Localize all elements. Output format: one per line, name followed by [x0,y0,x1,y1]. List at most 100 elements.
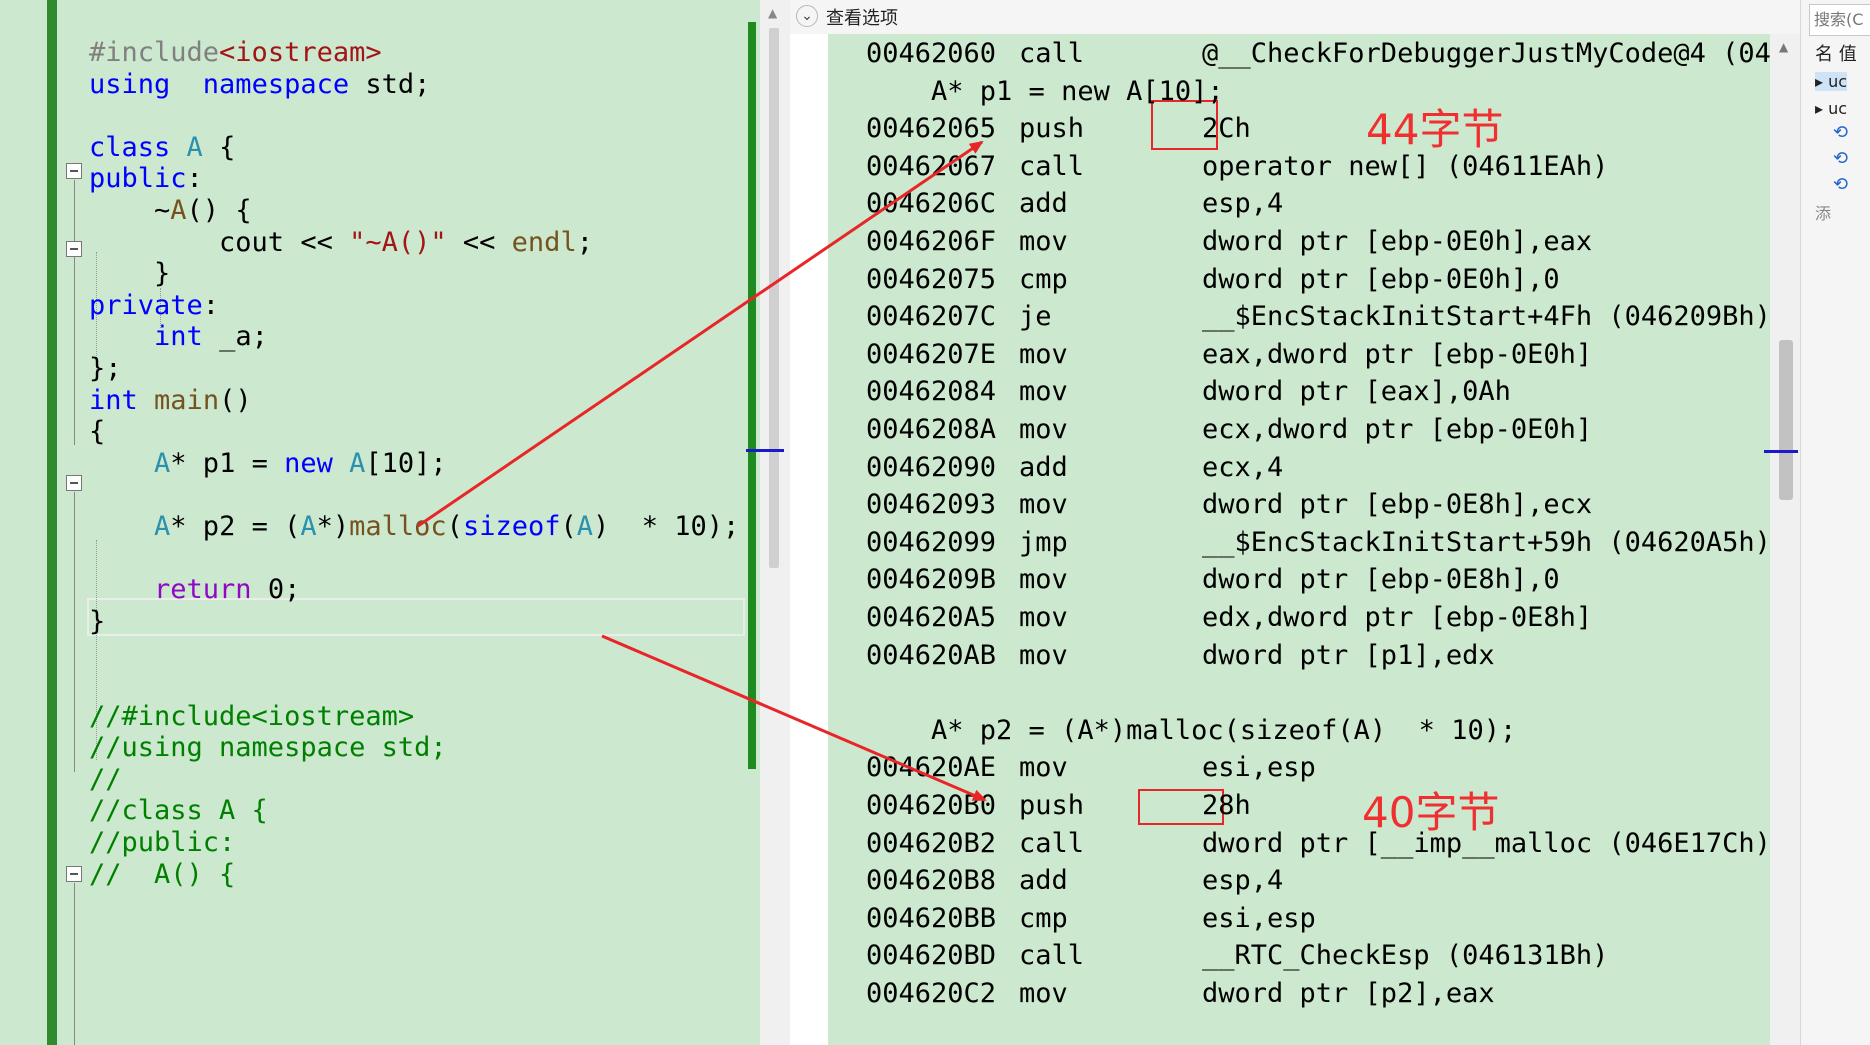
asm-operands: eax,dword ptr [ebp-0E0h] [1202,338,1593,370]
watch-item-label: uc [1828,99,1848,118]
asm-address: 0046209B [866,564,997,596]
code-line[interactable]: A* p1 = new A[10]; [89,445,447,483]
scrollbar-thumb[interactable] [769,28,779,568]
asm-operands: dword ptr [p1],edx [1202,639,1495,671]
code-token: A [349,447,366,479]
asm-operands: ecx,dword ptr [ebp-0E0h] [1202,414,1593,445]
disassembly-scrollbar[interactable]: ▲ [1764,34,1800,1045]
code-token: ) * 10); [593,511,740,542]
asm-mnemonic: mov [1019,564,1068,596]
code-token: std; [349,68,431,100]
asm-operands: esi,esp [1202,902,1316,934]
code-token: } [89,258,171,290]
code-token: _a; [202,321,268,353]
asm-mnemonic: call [1019,940,1085,972]
code-token: A [154,511,171,542]
asm-mnemonic: mov [1019,489,1068,521]
editor-vertical-scrollbar[interactable]: ▲ [746,0,790,1045]
add-watch-item[interactable]: 添 [1815,200,1831,224]
scroll-up-icon[interactable]: ▲ [1779,40,1788,54]
code-token: <iostream> [219,37,382,68]
collapse-destructor-icon[interactable] [66,241,82,257]
asm-mnemonic: mov [1019,978,1068,1009]
code-token: return [154,574,252,606]
watch-panel[interactable]: 搜索(C 名 值 ▸ uc ▸ uc ⟲ ⟲ ⟲ 添 [1800,0,1870,1045]
code-token: malloc [349,511,447,542]
asm-mnemonic: je [1019,301,1052,333]
code-token: } [89,605,106,637]
asm-address: 004620B0 [866,790,997,821]
search-input[interactable]: 搜索(C [1809,4,1870,36]
code-token: *) [316,511,350,542]
asm-address: 004620B8 [866,865,997,897]
view-options-label[interactable]: 查看选项 [826,4,898,30]
collapse-class-icon[interactable] [66,163,82,179]
asm-mnemonic: call [1019,150,1085,182]
asm-operands: __RTC_CheckEsp (046131Bh) [1202,940,1609,972]
code-token: "~A()" [349,226,447,258]
asm-mnemonic: cmp [1019,263,1068,295]
disassembly-listing[interactable]: 44字节 40字节 00462060 call @__CheckForDebugge… [828,34,1800,1045]
code-line[interactable]: int main() [89,382,252,420]
code-token: //using namespace std; [89,732,447,764]
code-token: ~ [89,195,171,226]
watch-header: 名 值 [1815,44,1857,65]
asm-address: 00462093 [866,489,997,521]
asm-mnemonic: add [1019,451,1068,483]
asm-operands: ecx,4 [1202,451,1284,483]
code-token: int [154,321,203,353]
code-token: //#include<iostream> [89,700,415,732]
asm-mnemonic: mov [1019,338,1068,370]
code-line[interactable]: using namespace std; [89,66,430,104]
code-token: new [284,447,333,479]
code-token: A [186,131,203,163]
code-line[interactable]: //using namespace std; [89,729,447,767]
asm-address: 004620BD [866,940,997,972]
asm-operands: dword ptr [ebp-0E0h],0 [1202,263,1560,295]
asm-address: 0046206F [866,226,997,257]
code-token: ; [576,226,593,258]
code-token: }; [89,353,122,384]
code-token: [10]; [365,447,447,479]
chevron-down-icon[interactable]: ⌄ [796,5,818,27]
asm-address: 004620C2 [866,978,997,1009]
watch-entry-icon: ⟲ [1833,174,1849,195]
scrollbar-thumb[interactable] [1779,340,1793,500]
code-line[interactable]: A* p2 = (A*)malloc(sizeof(A) * 10); [89,508,739,546]
watch-item[interactable]: ▸ uc [1815,72,1848,91]
source-line-text: A* p1 = new A[10]; [866,75,1224,107]
code-token: class [89,131,171,163]
code-token: ( [560,511,577,542]
collapse-comment-icon[interactable] [66,866,82,882]
code-token: A [300,511,317,542]
asm-mnemonic: call [1019,827,1085,859]
asm-mnemonic: add [1019,865,1068,897]
asm-address: 004620AE [866,752,997,784]
asm-address: 00462099 [866,526,997,558]
code-token: () [219,384,252,416]
code-token: : [186,163,203,195]
collapse-main-icon[interactable] [66,475,82,491]
code-token: A [154,447,171,479]
code-token: int [89,384,138,416]
asm-operands: esp,4 [1202,865,1284,897]
asm-operands: dword ptr [ebp-0E8h],0 [1202,564,1560,596]
code-token: // [89,763,122,795]
code-line[interactable]: } [89,603,105,641]
code-token: //class A { [89,795,268,827]
code-line[interactable]: // A() { [89,856,235,894]
source-editor[interactable]: #include<iostream> using namespace std; cl… [0,0,760,1045]
watch-item[interactable]: ▸ uc [1815,99,1847,118]
asm-address: 004620AB [866,639,997,671]
scroll-up-icon[interactable]: ▲ [768,6,777,20]
disassembly-window[interactable]: ⌄ 查看选项 44字节 40字节 00462060 call @__CheckFor… [790,0,1800,1045]
disassembly-margin [790,34,828,1045]
code-token: ( [446,511,463,542]
code-token: A [576,511,594,542]
asm-mnemonic: mov [1019,752,1068,784]
code-line[interactable]: return 0; [89,571,300,609]
code-token: //public: [89,827,236,858]
